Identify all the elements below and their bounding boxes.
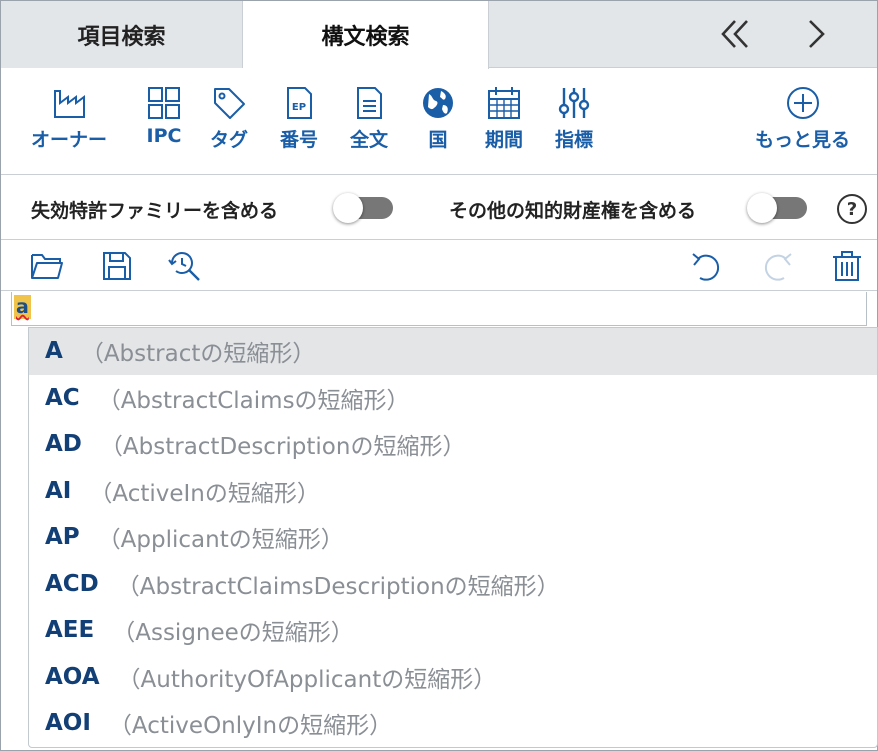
filter-indicator-button[interactable]: 指標 (555, 85, 593, 152)
filter-ipc-button[interactable]: IPC (146, 85, 182, 147)
double-chevron-left-icon (721, 20, 748, 48)
filter-period-label: 期間 (485, 129, 524, 151)
filter-tag-button[interactable]: タグ (210, 85, 248, 152)
document-icon (357, 87, 382, 119)
suggestion-code: AD (45, 431, 82, 458)
filter-owner-label: オーナー (31, 129, 108, 151)
option-toggles: 失効特許ファミリーを含める その他の知的財産権を含める ? (1, 176, 877, 240)
help-icon[interactable]: ? (837, 194, 867, 224)
suggestion-desc: （Applicantの短縮形） (97, 527, 344, 554)
tab-bar: 項目検索 構文検索 (1, 1, 877, 69)
toggle-knob (333, 193, 363, 223)
scroll-next-button[interactable] (787, 9, 847, 59)
grid-icon (148, 87, 180, 119)
suggestion-code: AI (45, 477, 72, 504)
redo-icon (764, 253, 792, 281)
svg-text:EP: EP (292, 102, 306, 113)
suggestion-desc: （AbstractClaimsの短縮形） (97, 387, 410, 414)
scroll-first-button[interactable] (705, 9, 765, 59)
other-ip-label: その他の知的財産権を含める (449, 200, 697, 222)
calendar-icon (488, 87, 520, 119)
suggestion-code: AP (45, 524, 80, 551)
undo-icon (692, 253, 720, 281)
query-actions (1, 241, 877, 291)
suggestion-desc: （AbstractClaimsDescriptionの短縮形） (116, 573, 560, 600)
suggestion-desc: （AuthorityOfApplicantの短縮形） (117, 666, 497, 693)
history-button[interactable] (167, 249, 203, 283)
suggestion-item[interactable]: ACD （AbstractClaimsDescriptionの短縮形） (29, 561, 877, 608)
suggestion-desc: （ActiveOnlyInの短縮形） (108, 713, 393, 740)
suggestion-item[interactable]: AC （AbstractClaimsの短縮形） (29, 375, 877, 422)
redo-button[interactable] (759, 249, 795, 283)
filter-number-button[interactable]: EP 番号 (280, 85, 318, 152)
other-ip-toggle[interactable] (747, 193, 807, 223)
expired-family-toggle[interactable] (333, 193, 393, 223)
filter-country-button[interactable]: 国 (420, 85, 456, 152)
history-search-icon (168, 252, 200, 281)
filter-fulltext-label: 全文 (350, 129, 389, 151)
suggestion-code: ACD (45, 570, 99, 597)
plus-circle-icon (786, 87, 819, 119)
filter-ipc-label: IPC (146, 125, 182, 147)
ep-document-icon: EP (287, 87, 312, 119)
clear-button[interactable] (829, 249, 865, 283)
autocomplete-list: A （Abstractの短縮形） AC （AbstractClaimsの短縮形）… (28, 327, 878, 748)
filter-period-button[interactable]: 期間 (485, 85, 523, 152)
floppy-disk-icon (103, 252, 131, 280)
filter-country-label: 国 (428, 129, 448, 151)
sliders-icon (558, 88, 590, 118)
undo-button[interactable] (689, 249, 725, 283)
expired-family-label: 失効特許ファミリーを含める (31, 200, 279, 222)
filter-tag-label: タグ (210, 129, 249, 151)
factory-icon (54, 90, 85, 118)
suggestion-item[interactable]: AI （ActiveInの短縮形） (29, 468, 877, 515)
more-filters-button[interactable]: もっと見る (755, 85, 850, 152)
globe-icon (423, 88, 453, 118)
toggle-knob (747, 193, 777, 223)
suggestion-code: AOA (45, 663, 100, 690)
typed-token: a (14, 295, 31, 319)
suggestion-item[interactable]: AOA （AuthorityOfApplicantの短縮形） (29, 654, 877, 701)
suggestion-desc: （Assigneeの短縮形） (112, 620, 354, 647)
suggestion-desc: （ActiveInの短縮形） (89, 480, 320, 507)
tab-syntax-search[interactable]: 構文検索 (243, 1, 489, 69)
trash-icon (833, 251, 861, 281)
filter-number-label: 番号 (280, 129, 319, 151)
filter-toolbar: オーナー IPC タグ EP 番号 全文 国 期間 指標 もっと見る (1, 69, 877, 175)
tab-item-search[interactable]: 項目検索 (1, 1, 243, 68)
suggestion-item[interactable]: AOI （ActiveOnlyInの短縮形） (29, 700, 877, 747)
suggestion-code: A (45, 338, 63, 365)
suggestion-code: AC (45, 384, 80, 411)
suggestion-item[interactable]: AEE （Assigneeの短縮形） (29, 607, 877, 654)
chevron-right-icon (809, 20, 825, 48)
tag-icon (214, 88, 245, 119)
filter-indicator-label: 指標 (555, 129, 594, 151)
suggestion-code: AOI (45, 710, 91, 737)
suggestion-code: AEE (45, 617, 95, 644)
suggestion-item[interactable]: AD （AbstractDescriptionの短縮形） (29, 421, 877, 468)
suggestion-desc: （AbstractDescriptionの短縮形） (99, 434, 466, 461)
suggestion-item[interactable]: A （Abstractの短縮形） (29, 328, 877, 375)
query-editor[interactable]: a (11, 292, 867, 326)
search-panel: 項目検索 構文検索 オーナー IPC タグ EP 番号 全文 国 期間 指標 も… (0, 0, 878, 751)
folder-open-icon (31, 254, 63, 279)
filter-fulltext-button[interactable]: 全文 (350, 85, 388, 152)
open-button[interactable] (29, 249, 65, 283)
more-filters-label: もっと見る (755, 129, 851, 151)
tab-nav (489, 1, 877, 67)
save-button[interactable] (99, 249, 135, 283)
suggestion-desc: （Abstractの短縮形） (80, 341, 316, 368)
suggestion-item[interactable]: AP （Applicantの短縮形） (29, 514, 877, 561)
filter-owner-button[interactable]: オーナー (31, 85, 107, 152)
